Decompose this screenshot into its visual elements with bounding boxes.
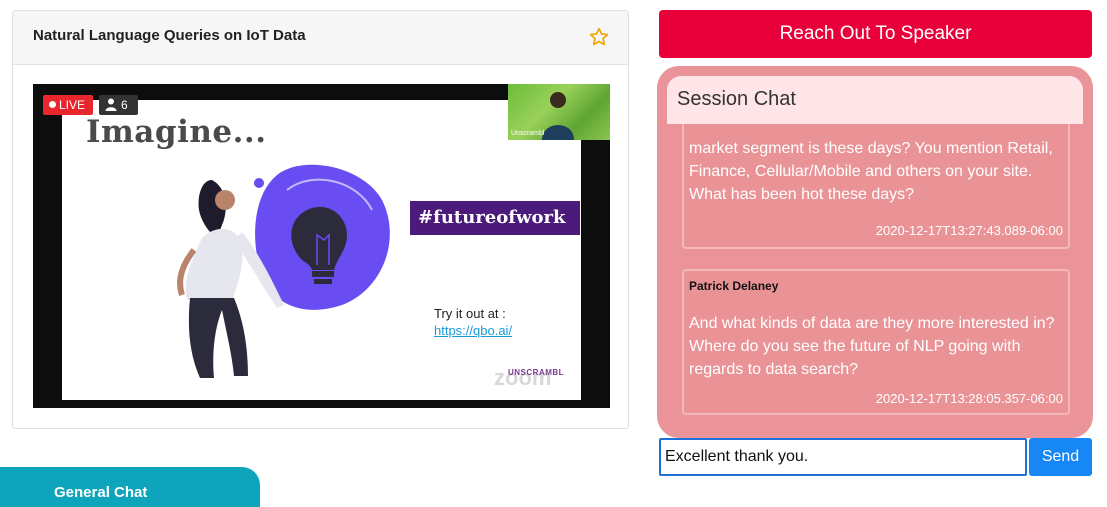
session-card: Natural Language Queries on IoT Data Ima… xyxy=(12,10,629,429)
general-chat-tab[interactable]: General Chat xyxy=(0,467,260,507)
session-chat-panel: Session Chat market segment is these day… xyxy=(657,66,1093,438)
chat-messages[interactable]: market segment is these days? You mentio… xyxy=(667,124,1083,436)
slide-hashtag: #futureofwork xyxy=(410,201,580,235)
chat-message: market segment is these days? You mentio… xyxy=(683,124,1069,248)
viewer-count-badge: 6 xyxy=(99,95,138,115)
presentation-slide: Imagine... #futureofwork Try it out at :… xyxy=(62,100,581,400)
live-dot-icon xyxy=(49,101,56,108)
chat-message-input[interactable] xyxy=(659,438,1027,476)
slide-link[interactable]: https://qbo.ai/ xyxy=(434,323,512,338)
send-button[interactable]: Send xyxy=(1029,438,1092,476)
brand-watermark: UNSCRAMBL xyxy=(508,368,565,377)
message-timestamp: 2020-12-17T13:28:05.357-06:00 xyxy=(875,391,1063,406)
speaker-label: Unscrambl xyxy=(511,130,545,137)
slide-heading: Imagine... xyxy=(86,114,267,150)
message-text: market segment is these days? You mentio… xyxy=(689,140,1053,203)
message-author: Patrick Delaney xyxy=(689,279,779,293)
video-player[interactable]: Imagine... #futureofwork Try it out at :… xyxy=(33,84,610,408)
live-badge: LIVE xyxy=(43,95,93,115)
session-header: Natural Language Queries on IoT Data xyxy=(13,11,628,65)
person-icon xyxy=(105,98,117,111)
speaker-thumbnail[interactable]: Unscrambl xyxy=(508,84,610,140)
session-title: Natural Language Queries on IoT Data xyxy=(33,27,306,44)
chat-inner: Session Chat market segment is these day… xyxy=(667,76,1083,436)
viewer-count: 6 xyxy=(121,98,128,112)
live-label: LIVE xyxy=(59,98,86,112)
star-icon[interactable] xyxy=(588,26,610,48)
chat-heading: Session Chat xyxy=(677,88,796,110)
chat-message: Patrick Delaney And what kinds of data a… xyxy=(683,270,1069,414)
reach-out-button[interactable]: Reach Out To Speaker xyxy=(659,10,1092,58)
slide-try-label: Try it out at : xyxy=(434,306,506,321)
message-text: And what kinds of data are they more int… xyxy=(689,315,1055,378)
message-timestamp: 2020-12-17T13:27:43.089-06:00 xyxy=(875,223,1063,238)
